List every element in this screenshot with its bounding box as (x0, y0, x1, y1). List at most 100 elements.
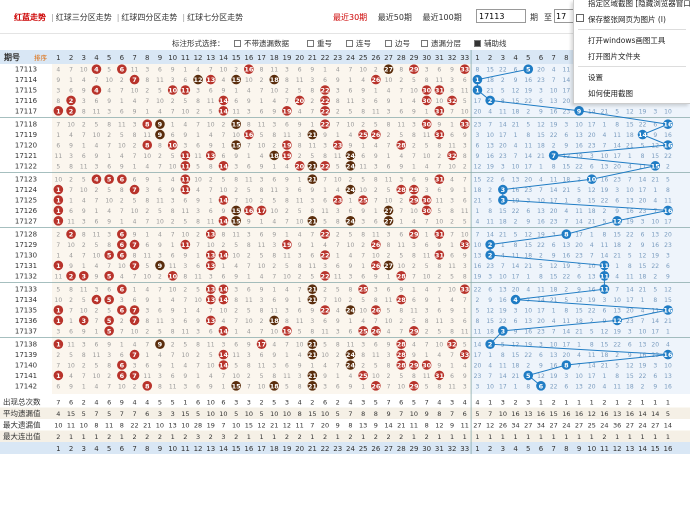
miss-value: 3 (171, 77, 175, 84)
period-50-link[interactable]: 最近50期 (378, 13, 412, 22)
menu-item-region-capture[interactable]: 指定区域截图 [隐藏浏览器窗口] (588, 0, 690, 9)
red-number-header: 25 (359, 54, 368, 62)
checkbox-icon[interactable] (234, 40, 241, 47)
red-ball-number: 15 (232, 121, 242, 129)
red-ball-number: 9 (158, 131, 163, 139)
checkbox-checked-icon[interactable] (474, 40, 481, 47)
miss-value: 1 (133, 287, 137, 294)
menu-item-open-folder[interactable]: 打开图片文件夹 (588, 51, 641, 62)
miss-value: 2 (171, 342, 175, 349)
option-guide-line[interactable]: 辅助线 (474, 38, 507, 49)
option-side[interactable]: 边号 (385, 38, 410, 49)
miss-value: 8 (336, 218, 340, 225)
red-ball-number: 31 (435, 87, 445, 95)
menu-item-open-paint[interactable]: 打开windows画图工具 (588, 35, 665, 46)
blue-miss-value: 5 (577, 187, 581, 194)
menu-item-settings[interactable]: 设置 (588, 72, 603, 83)
blue-miss-value: 21 (550, 297, 558, 304)
miss-value: 4 (209, 373, 213, 380)
stats-row-bg (0, 396, 690, 408)
red-ball-number: 13 (206, 317, 215, 325)
blue-miss-value: 5 (590, 328, 594, 335)
option-consecutive[interactable]: 连号 (346, 38, 371, 49)
miss-value: 3 (133, 122, 137, 129)
issue-number: 17120 (15, 142, 37, 150)
miss-value: 6 (183, 198, 187, 205)
blue-miss-value: 15 (639, 263, 647, 270)
miss-value: 3 (158, 253, 162, 260)
blue-miss-value: 9 (526, 218, 530, 225)
miss-value: 1 (437, 297, 441, 304)
blue-miss-value: 17 (626, 297, 634, 304)
miss-value: 8 (361, 108, 365, 115)
blue-miss-value: 13 (499, 287, 507, 294)
miss-value: 4 (298, 352, 302, 359)
period-30-link[interactable]: 最近30期 (333, 13, 367, 22)
issue-from-input[interactable] (476, 9, 526, 23)
stats-blue-value: 16 (626, 410, 634, 418)
checkbox-icon[interactable] (307, 40, 314, 47)
red-ball-number: 4 (94, 296, 99, 304)
blue-miss-value: 5 (641, 143, 645, 150)
miss-value: 3 (158, 373, 162, 380)
checkbox-icon[interactable] (421, 40, 428, 47)
blue-miss-value: 11 (563, 67, 571, 74)
blue-miss-value: 6 (539, 98, 543, 105)
miss-value: 7 (247, 383, 251, 390)
menu-item-save-full-page[interactable]: 保存整张网页为图片 (I) (588, 14, 666, 25)
checkbox-icon[interactable] (346, 40, 353, 47)
tab-red-blue-trend[interactable]: 红蓝走势 (14, 13, 46, 22)
miss-value: 11 (436, 198, 444, 205)
miss-value: 3 (463, 383, 467, 390)
tab-red-four-zone[interactable]: 红球四分区走势 (121, 13, 177, 22)
red-ball-number: 11 (181, 241, 191, 249)
stats-red-value: 10 (232, 422, 240, 430)
option-repeat[interactable]: 重号 (307, 38, 332, 49)
miss-value: 2 (209, 177, 213, 184)
red-ball-number: 14 (219, 296, 229, 304)
red-number-header: 21 (308, 54, 317, 62)
red-ball-number: 13 (206, 286, 215, 294)
tab-red-seven-zone[interactable]: 红球七分区走势 (187, 13, 243, 22)
blue-miss-value: 4 (603, 383, 607, 390)
issue-to-input[interactable] (554, 9, 574, 23)
miss-value: 9 (323, 373, 327, 380)
issue-number: 17122 (15, 162, 37, 170)
menu-item-help[interactable]: 如何使用截图 (588, 88, 633, 99)
miss-value: 3 (145, 67, 149, 74)
option-miss-layer[interactable]: 遗漏分层 (421, 38, 461, 49)
miss-value: 7 (374, 198, 378, 205)
blue-miss-value: 8 (514, 242, 518, 249)
checkbox-icon[interactable] (385, 40, 392, 47)
miss-value: 9 (145, 297, 149, 304)
miss-value: 4 (133, 218, 137, 225)
red-ball-number: 33 (460, 351, 469, 359)
option-no-miss-data[interactable]: 不带遗漏数据 (234, 38, 289, 49)
miss-value: 11 (448, 263, 456, 270)
miss-value: 7 (450, 352, 454, 359)
blue-miss-value: 12 (550, 263, 558, 270)
red-number-header: 18 (270, 54, 279, 62)
miss-value: 4 (222, 77, 226, 84)
miss-value: 10 (283, 273, 291, 280)
red-ball-number: 6 (120, 176, 125, 184)
blue-miss-value: 9 (488, 297, 492, 304)
miss-value: 7 (399, 328, 403, 335)
miss-value: 3 (247, 352, 251, 359)
red-number-footer: 21 (308, 445, 317, 453)
miss-value: 6 (95, 342, 99, 349)
miss-value: 10 (156, 98, 164, 105)
red-ball-number: 19 (282, 107, 292, 115)
screenshot-context-menu: 指定区域截图 [隐藏浏览器窗口] 保存整张网页为图片 (I) 打开windows… (573, 0, 690, 104)
red-number-footer: 19 (282, 445, 291, 453)
miss-value: 10 (258, 263, 266, 270)
blue-number-header: 4 (513, 54, 518, 62)
red-ball-number: 5 (107, 252, 112, 260)
miss-value: 6 (171, 253, 175, 260)
tab-red-three-zone[interactable]: 红球三分区走势 (56, 13, 112, 22)
blue-miss-value: 17 (474, 352, 482, 359)
miss-value: 9 (463, 253, 467, 260)
miss-value: 5 (183, 98, 187, 105)
period-100-link[interactable]: 最近100期 (422, 13, 461, 22)
blue-ball-number: 2 (488, 341, 493, 349)
